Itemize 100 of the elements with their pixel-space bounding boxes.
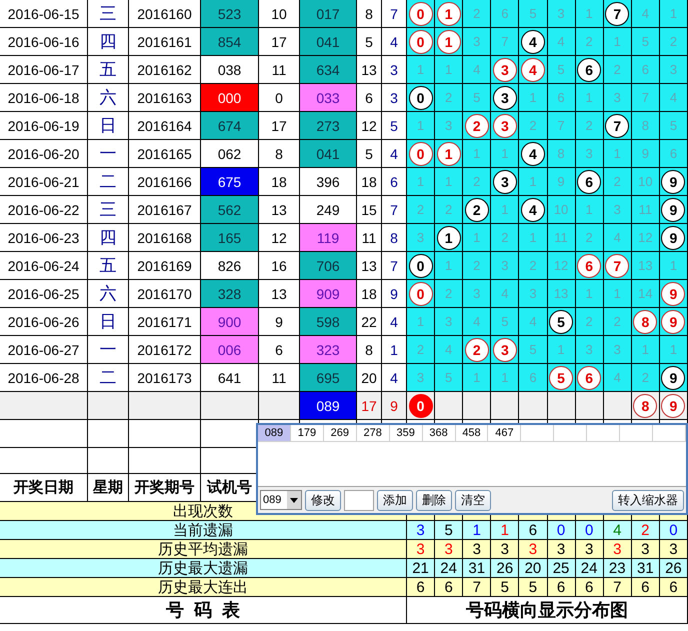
table-cell: 041 [300,28,357,55]
table-cell: 5 [529,6,537,21]
stat-value: 6 [669,579,678,596]
stat-value: 6 [584,579,594,596]
table-cell: 20 [357,364,382,391]
table-cell: 3 [557,6,565,21]
table-cell: 323 [300,336,357,363]
table-cell: 854 [201,28,259,55]
table-cell: 1 [473,370,480,385]
table-cell: 2016-06-21 [0,168,88,195]
action-button[interactable]: 清空 [455,490,491,510]
table-cell: 6 [357,84,382,111]
table-cell: 11 [554,230,568,245]
stat-value: 5 [444,522,453,539]
table-cell: 四 [88,224,129,251]
table-cell: 6 [670,146,678,161]
table-cell: 18 [259,168,300,195]
input-field[interactable] [344,490,374,510]
table-cell: 1 [586,286,593,301]
number-ball: 1 [436,30,461,54]
table-cell: 675 [201,168,259,195]
table-cell: 10 [554,202,568,217]
table-cell: 2016-06-27 [0,336,88,363]
table-cell: 5 [501,314,508,329]
number-ball: 8 [633,310,658,334]
number-chip[interactable]: 179 [290,425,324,442]
table-cell: 2016162 [129,56,201,83]
number-ball: 7 [605,2,630,26]
table-cell: 1 [670,258,678,273]
stat-value: 6 [556,579,566,596]
table-cell: 1 [557,342,565,357]
table-cell: 1 [473,146,480,161]
number-ball: 6 [577,58,602,82]
number-ball: 3 [492,114,517,138]
table-cell: 2 [473,174,480,189]
table-cell: 089 [300,392,357,419]
table-cell: 2016-06-15 [0,0,88,27]
number-select[interactable]: 089 [260,490,302,510]
stat-value: 3 [444,541,453,558]
table-cell: 二 [88,168,129,195]
stat-value: 24 [440,560,457,577]
number-chip[interactable]: 269 [324,425,357,442]
table-cell: 695 [300,364,357,391]
table-cell: 2 [670,34,678,49]
table-cell: 523 [201,0,259,27]
table-cell: 674 [201,112,259,139]
table-cell: 2 [586,230,593,245]
table-cell: 3 [473,34,480,49]
number-chip[interactable]: 278 [356,425,390,442]
edit-button[interactable]: 修改 [305,490,341,510]
table-cell: 六 [88,84,129,111]
table-cell: 2 [416,202,424,217]
stat-value: 7 [472,579,481,596]
table-cell: 1 [473,230,480,245]
table-cell: 2016-06-26 [0,308,88,335]
table-cell: 1 [614,146,621,161]
table-cell: 5 [357,140,382,167]
stat-value: 3 [500,541,510,558]
stat-value: 7 [613,579,622,596]
stat-value: 26 [496,560,514,577]
table-cell: 5 [529,342,537,357]
table-cell: 3 [586,146,593,161]
number-ball: 6 [577,254,602,278]
number-ball: 9 [661,198,686,222]
table-cell: 1 [501,146,508,161]
stat-value: 0 [669,522,678,539]
stat-value: 6 [416,579,425,596]
table-cell: 四 [88,28,129,55]
table-cell: 1 [445,62,452,77]
table-cell: 8 [557,146,565,161]
number-chip[interactable]: 359 [390,425,423,442]
number-chip[interactable]: 467 [488,425,522,442]
number-ball: 0 [408,142,433,166]
table-cell: 3 [586,342,593,357]
number-ball: 3 [492,86,517,110]
number-ball: 0 [408,282,433,306]
table-cell: 4 [473,314,480,329]
number-ball: 6 [577,170,602,194]
table-cell: 2016-06-19 [0,112,88,139]
table-cell: 1 [501,202,508,217]
number-ball: 4 [520,58,545,82]
number-chip[interactable]: 089 [258,425,291,442]
table-cell: 598 [300,308,357,335]
action-button[interactable]: 删除 [416,490,452,510]
table-cell: 5 [642,34,649,49]
table-cell: 2 [473,258,480,273]
number-chip[interactable]: 458 [456,425,488,442]
table-cell: 3 [416,370,424,385]
table-cell: 909 [300,280,357,307]
action-button[interactable]: 添加 [377,490,413,510]
table-cell: 18 [357,280,382,307]
number-ball: 1 [436,2,461,26]
table-cell: 2 [614,174,621,189]
stat-value: 2 [641,522,650,539]
number-chip[interactable]: 368 [422,425,456,442]
table-cell: 日 [88,112,129,139]
table-cell: 1 [416,174,424,189]
stat-value: 26 [665,560,682,577]
table-cell: 4 [473,62,480,77]
transfer-button[interactable]: 转入缩水器 [612,490,684,510]
